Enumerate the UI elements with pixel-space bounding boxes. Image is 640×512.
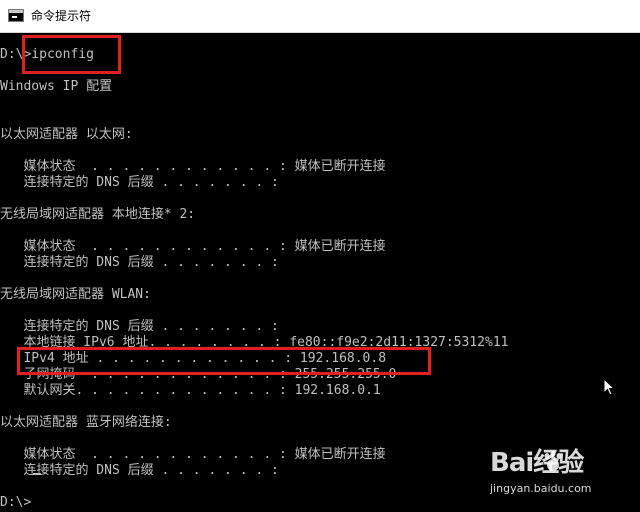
console-line: 连接特定的 DNS 后缀 . . . . . . . : [0,319,279,334]
console-line: 以太网适配器 以太网: [0,127,133,142]
mouse-pointer-icon [603,378,615,396]
text-cursor [33,473,41,475]
window-title: 命令提示符 [31,9,92,23]
console-area[interactable] [0,33,640,512]
title-bar[interactable]: 命令提示符 [0,0,640,33]
console-line: 连接特定的 DNS 后缀 . . . . . . . : [0,255,279,270]
highlight-box-command [22,35,121,74]
watermark-site: jingyan.baidu.com [490,482,592,495]
console-line: 无线局域网适配器 WLAN: [0,287,151,302]
watermark-logo: Bai经验 [490,448,584,478]
baidu-watermark: Bai经验 jingyan.baidu.com [490,448,620,500]
console-line: 媒体状态 . . . . . . . . . . . . : 媒体已断开连接 [0,159,386,174]
console-line: 连接特定的 DNS 后缀 . . . . . . . : [0,175,279,190]
highlight-box-ipv4 [17,347,431,375]
console-line: Windows IP 配置 [0,79,113,94]
console-line-prompt: D:\> [0,495,32,510]
console-line: 无线局域网适配器 本地连接* 2: [0,207,196,222]
paw-icon [544,451,562,471]
console-line: 连接特定的 DNS 后缀 . . . . . . . : [0,463,279,478]
console-line: 媒体状态 . . . . . . . . . . . . : 媒体已断开连接 [0,447,386,462]
console-line: 媒体状态 . . . . . . . . . . . . : 媒体已断开连接 [0,239,386,254]
console-line: 默认网关. . . . . . . . . . . . . : 192.168.… [0,383,381,398]
console-line: 以太网适配器 蓝牙网络连接: [0,415,172,430]
cmd-icon [8,9,24,22]
